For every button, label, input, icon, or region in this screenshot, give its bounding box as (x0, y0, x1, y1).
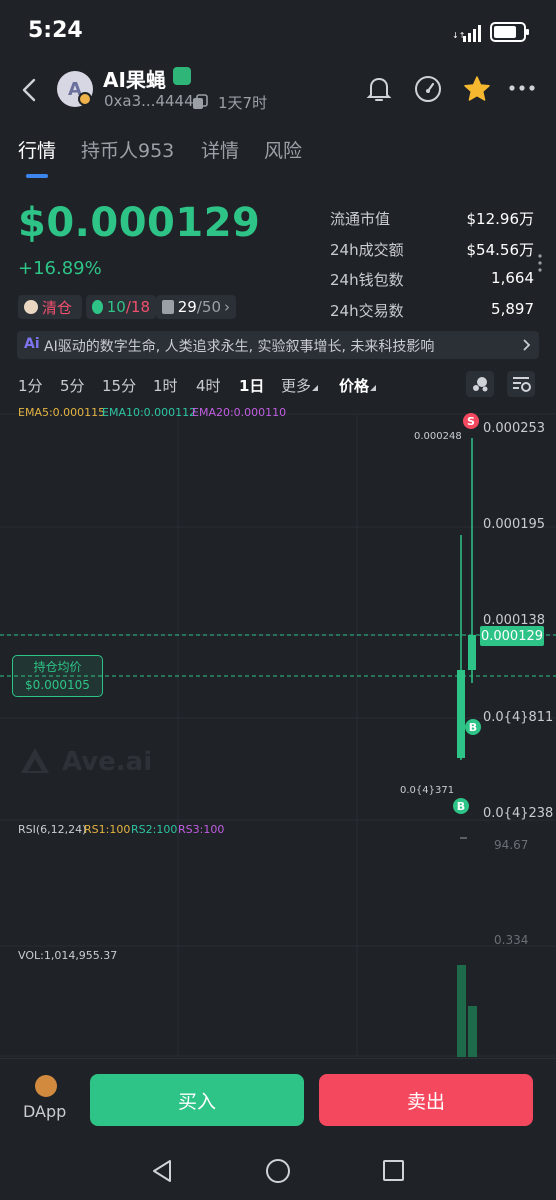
battery-icon (490, 22, 529, 42)
buy-button[interactable]: 买入 (90, 1074, 304, 1126)
chef-icon (24, 300, 38, 314)
copy-icon[interactable] (192, 94, 208, 110)
rsi-bottom-value: 0.334 (494, 933, 529, 947)
bubbles-icon (473, 377, 488, 392)
dapp-label[interactable]: DApp (23, 1102, 66, 1121)
y-axis-label: 0.0{4}238 (483, 806, 554, 821)
star-icon[interactable] (462, 74, 492, 104)
money-bag-icon (92, 300, 103, 314)
stat-label-mcap: 流通市值 (330, 210, 391, 228)
indicator-button[interactable] (466, 371, 494, 397)
y-axis-label: 0.000195 (483, 517, 546, 532)
candle-body (457, 670, 465, 758)
stat-value-volume: $54.56万 (466, 241, 535, 259)
chart-settings-button[interactable] (507, 371, 535, 397)
tab-active-indicator (26, 174, 48, 178)
sell-button[interactable]: 卖出 (319, 1074, 533, 1126)
low-price-label: 0.0{4}371 (400, 785, 455, 796)
timeframe-1d[interactable]: 1日 (239, 375, 264, 396)
dapp-icon[interactable] (35, 1075, 57, 1097)
buy-marker[interactable]: B (453, 798, 469, 814)
timeframe-5m[interactable]: 5分 (60, 375, 85, 396)
timeframe-more[interactable]: 更多 (281, 375, 319, 396)
stat-value-mcap: $12.96万 (466, 210, 535, 228)
price-change: +16.89% (18, 258, 102, 279)
token-tag-icon (173, 67, 191, 85)
buy-marker[interactable]: B (465, 719, 481, 735)
tab-risk[interactable]: 风险 (264, 136, 302, 163)
crown-value: 29 (177, 298, 197, 316)
crown-chip[interactable]: 29/50 › (156, 295, 236, 319)
stat-value-wallets: 1,664 (491, 269, 534, 287)
chain-badge-icon (78, 92, 92, 106)
nav-home-icon[interactable] (266, 1159, 290, 1183)
current-price: $0.000129 (18, 200, 261, 246)
dropdown-icon (370, 385, 377, 391)
more-label: 更多 (281, 377, 312, 395)
ema20-label: EMA20:0.000110 (192, 406, 287, 419)
volume-bar (457, 965, 466, 1057)
gauge-icon[interactable] (413, 74, 443, 104)
high-price-label: 0.000248 (414, 431, 462, 442)
timeframe-4h[interactable]: 4时 (196, 375, 221, 396)
timeframe-1h[interactable]: 1时 (153, 375, 178, 396)
ai-badge: Ai (24, 336, 40, 352)
volume-bar (468, 1006, 477, 1057)
candle-body (468, 635, 476, 670)
token-age: 1天7时 (218, 94, 268, 112)
bell-icon[interactable] (366, 75, 392, 103)
stat-label-wallets: 24h钱包数 (330, 271, 404, 289)
y-axis-label: 0.0{4}811 (483, 710, 554, 725)
current-price-tag: 0.000129 (480, 626, 544, 646)
y-axis-label: 0.000253 (483, 421, 546, 436)
avg-cost-box[interactable]: 持仓均价 $0.000105 (12, 655, 103, 697)
volume-label: VOL:1,014,955.37 (18, 949, 118, 962)
timeframe-15m[interactable]: 15分 (102, 375, 136, 396)
tab-details[interactable]: 详情 (201, 136, 239, 163)
signal-icon: ↓↑ (452, 25, 481, 42)
back-icon[interactable] (18, 76, 42, 104)
avg-cost-value: $0.000105 (25, 678, 90, 692)
money-value: 10 (106, 298, 126, 316)
more-icon[interactable] (508, 80, 536, 96)
chevron-right-icon: › (224, 298, 230, 316)
stat-label-volume: 24h成交额 (330, 241, 404, 259)
tab-holders[interactable]: 持币人953 (81, 136, 174, 163)
side-menu-icon[interactable] (538, 254, 542, 272)
tab-market[interactable]: 行情 (18, 136, 56, 163)
crown-total: /50 (196, 298, 221, 316)
watermark: Ave.ai (62, 747, 153, 777)
status-time: 5:24 (28, 18, 83, 43)
nav-back-icon[interactable] (150, 1158, 174, 1184)
ema10-label: EMA10:0.000112 (102, 406, 197, 419)
stat-label-trades: 24h交易数 (330, 302, 404, 320)
money-total: /18 (125, 298, 150, 316)
chart-settings-icon (513, 377, 531, 392)
avg-cost-title: 持仓均价 (33, 660, 82, 674)
crown-icon (162, 300, 174, 314)
rsi3-label: RS3:100 (178, 823, 225, 836)
rsi2-label: RS2:100 (131, 823, 178, 836)
clear-label: 清仓 (42, 298, 73, 317)
description-text: AI驱动的数字生命, 人类追求永生, 实验叙事增长, 未来科技影响 (44, 339, 435, 355)
sell-marker[interactable]: S (463, 413, 479, 429)
clear-position-chip[interactable]: 清仓 (18, 295, 82, 319)
rsi-title: RSI(6,12,24) (18, 823, 87, 836)
chevron-right-icon (523, 339, 531, 351)
token-name: AI果蝇 (103, 68, 166, 92)
rsi1-label: RS1:100 (84, 823, 131, 836)
ave-logo-icon (21, 748, 49, 773)
money-bag-chip[interactable]: 10/18 (86, 295, 156, 319)
stat-value-trades: 5,897 (491, 300, 534, 318)
timeframe-1m[interactable]: 1分 (18, 375, 43, 396)
price-toggle-label: 价格 (339, 377, 370, 395)
dropdown-icon (312, 385, 319, 391)
contract-address: 0xa3...4444 (104, 92, 194, 110)
nav-recent-icon[interactable] (383, 1160, 404, 1181)
ema5-label: EMA5:0.000115 (18, 406, 106, 419)
price-toggle[interactable]: 价格 (339, 375, 377, 396)
rsi-top-value: 94.67 (494, 838, 529, 852)
